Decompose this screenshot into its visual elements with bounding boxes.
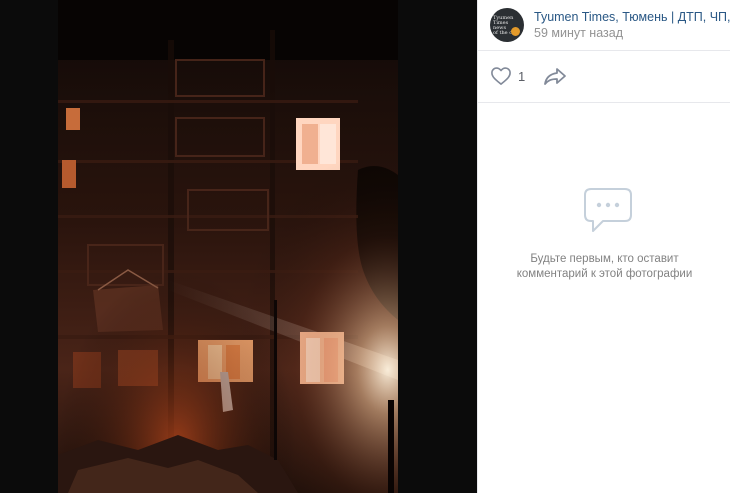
avatar-accent-dot <box>511 27 520 36</box>
community-avatar[interactable]: Tyumen Times news of the city <box>490 8 524 42</box>
empty-comments-text: Будьте первым, кто оставит комментарий к… <box>478 252 730 282</box>
post-photo[interactable] <box>58 0 398 493</box>
post-header: Tyumen Times news of the city Tyumen Tim… <box>478 0 730 51</box>
empty-text-line-1: Будьте первым, кто оставит <box>530 253 679 265</box>
photo-image <box>58 0 398 493</box>
post-side-panel: Tyumen Times news of the city Tyumen Tim… <box>477 0 730 493</box>
post-actions: 1 <box>478 51 730 103</box>
author-name-link[interactable]: Tyumen Times, Тюмень | ДТП, ЧП, ЧС <box>534 10 730 24</box>
empty-text-line-2: комментарий к этой фотографии <box>516 268 693 280</box>
like-count: 1 <box>518 68 526 84</box>
share-button[interactable] <box>543 65 567 87</box>
share-arrow-icon <box>544 68 566 85</box>
like-button[interactable]: 1 <box>490 64 525 88</box>
photo-viewer: Tyumen Times news of the city Tyumen Tim… <box>0 0 730 493</box>
post-time[interactable]: 59 минут назад <box>534 26 623 40</box>
comment-bubble-icon <box>584 188 632 232</box>
heart-icon <box>491 67 511 85</box>
comments-empty-state <box>478 103 730 493</box>
photo-area[interactable] <box>0 0 477 493</box>
